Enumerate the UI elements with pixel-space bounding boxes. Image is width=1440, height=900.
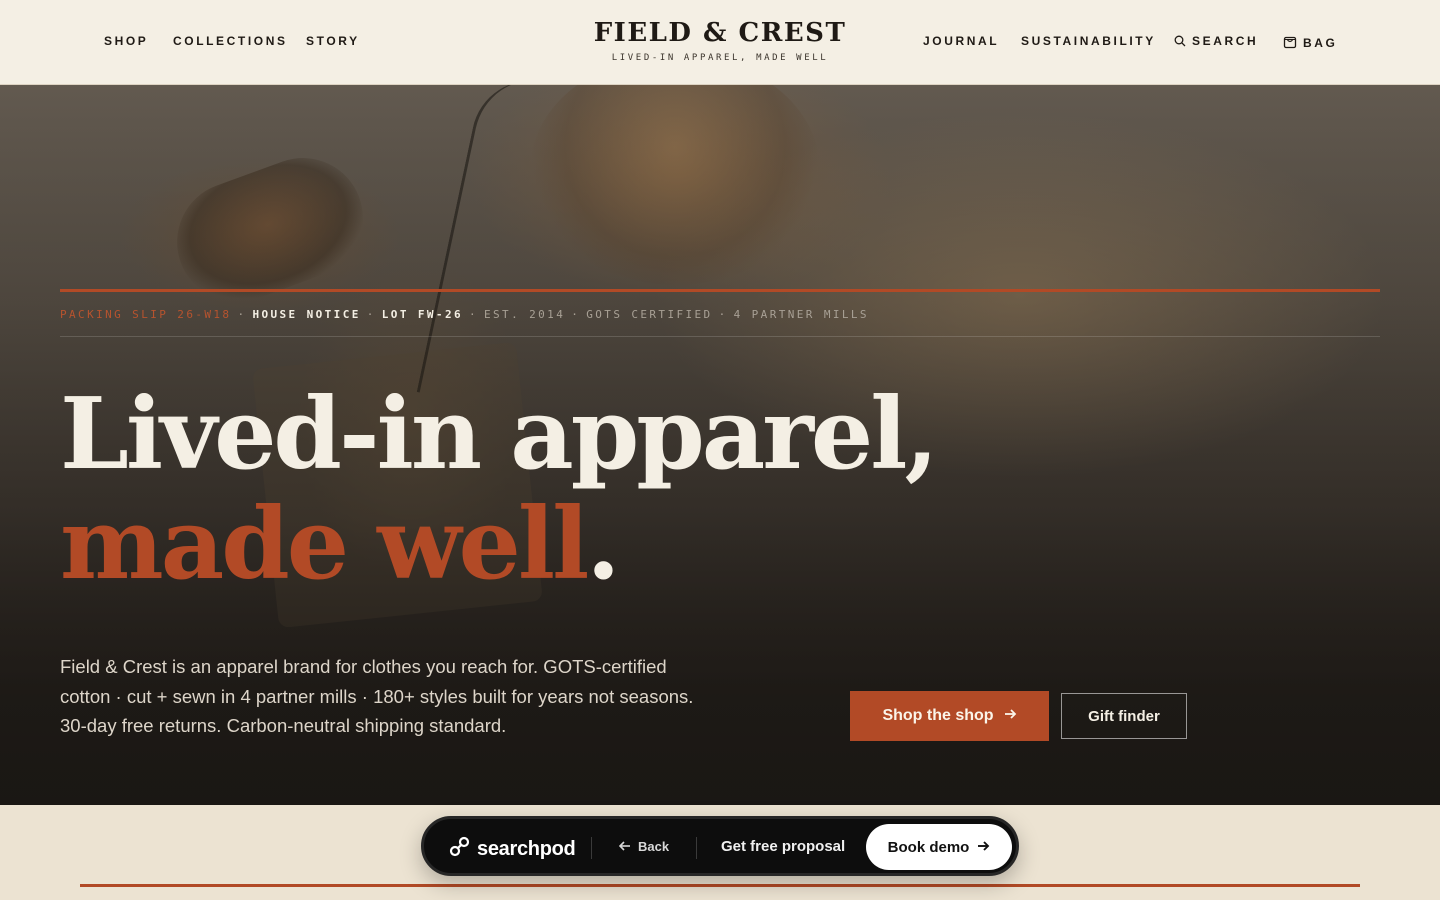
gift-finder-button[interactable]: Gift finder xyxy=(1061,693,1187,739)
nav-bag[interactable]: BAG xyxy=(1283,34,1337,52)
bag-icon xyxy=(1283,34,1297,52)
arrow-left-icon xyxy=(618,839,631,854)
nav-journal[interactable]: JOURNAL xyxy=(923,34,999,48)
get-free-proposal-link[interactable]: Get free proposal xyxy=(721,838,845,855)
shop-the-shop-button[interactable]: Shop the shop xyxy=(850,691,1049,741)
notice-est: EST. 2014 xyxy=(484,308,566,321)
arrow-right-icon xyxy=(977,839,990,856)
hero-section: PACKING SLIP 26-W18 · HOUSE NOTICE · LOT FW-… xyxy=(0,85,1440,805)
shop-the-shop-label: Shop the shop xyxy=(882,707,994,724)
search-icon xyxy=(1174,35,1186,50)
back-button[interactable]: Back xyxy=(618,839,670,854)
nav-sustainability[interactable]: SUSTAINABILITY xyxy=(1021,34,1156,48)
hero-accent-rule xyxy=(60,289,1380,292)
pod-divider xyxy=(591,837,592,859)
nav-bag-label: BAG xyxy=(1303,36,1338,50)
headline-line-2: made well xyxy=(60,487,589,602)
pod-divider xyxy=(696,837,697,859)
searchpod-toolbar: searchpod Back Get free proposal Book de… xyxy=(421,816,1019,876)
notice-mills: 4 PARTNER MILLS xyxy=(733,308,869,321)
hero-description: Field & Crest is an apparel brand for cl… xyxy=(60,656,694,736)
notice-house: HOUSE NOTICE xyxy=(252,308,361,321)
hero-headline: Lived-in apparel, made well. xyxy=(60,377,939,602)
notice-lot: LOT FW-26 xyxy=(381,308,463,321)
searchpod-logo[interactable]: searchpod xyxy=(449,835,576,863)
nav-search-label: SEARCH xyxy=(1192,34,1259,48)
notice-certified: GOTS CERTIFIED xyxy=(586,308,713,321)
brand-tagline: LIVED-IN APPAREL, MADE WELL xyxy=(611,53,829,63)
arrow-right-icon xyxy=(1004,707,1017,725)
notice-slip: PACKING SLIP 26-W18 xyxy=(60,308,232,321)
headline-line-1: Lived-in apparel, xyxy=(60,377,939,492)
headline-dot: . xyxy=(586,487,620,602)
back-label: Back xyxy=(638,839,670,854)
searchpod-brand-label: searchpod xyxy=(477,837,576,860)
nav-search[interactable]: SEARCH xyxy=(1174,34,1258,50)
section-accent-rule xyxy=(80,884,1360,887)
hero-notice-line: PACKING SLIP 26-W18 · HOUSE NOTICE · LOT FW-… xyxy=(60,308,869,321)
book-demo-button[interactable]: Book demo xyxy=(866,824,1012,870)
book-demo-label: Book demo xyxy=(887,838,970,856)
site-header: SHOP COLLECTIONS STORY FIELD & CREST LIV… xyxy=(0,0,1440,85)
hero-thin-rule xyxy=(60,336,1380,337)
searchpod-logo-icon xyxy=(449,835,471,863)
